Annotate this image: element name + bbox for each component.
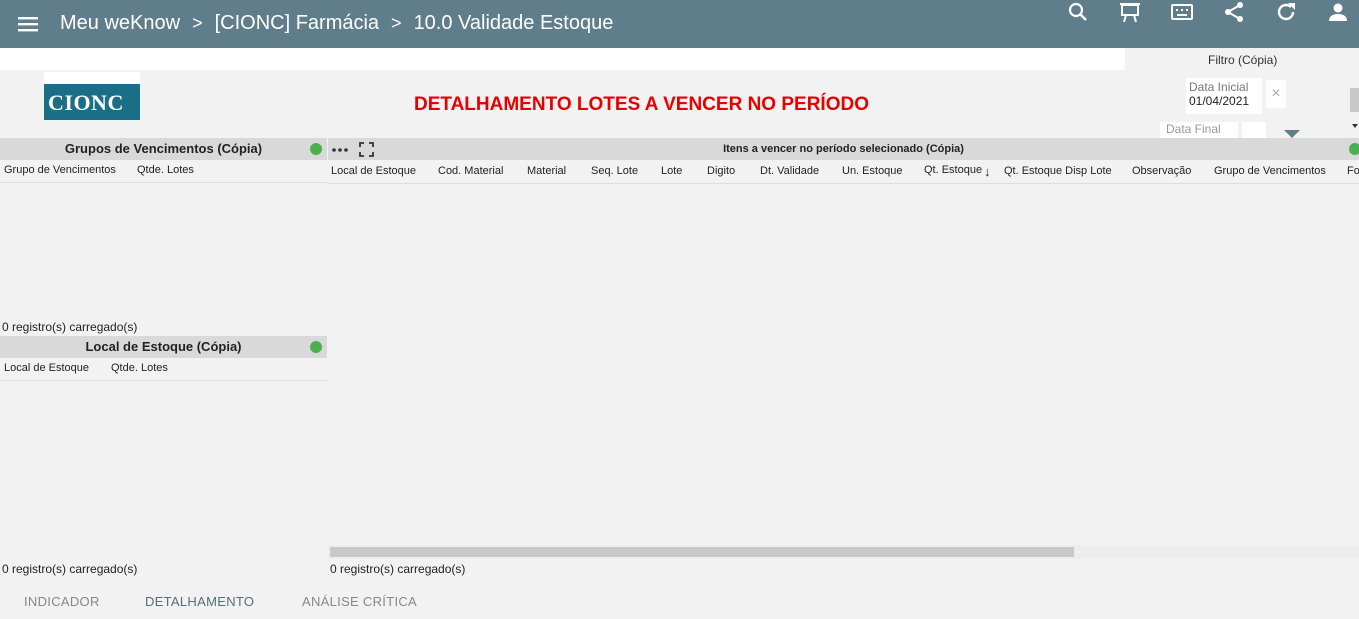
local-status: 0 registro(s) carregado(s) bbox=[2, 562, 138, 576]
column-header[interactable]: Cod. Material bbox=[438, 165, 503, 177]
top-bar: Meu weKnow > [CIONC] Farmácia >10.0 Validad… bbox=[0, 0, 1359, 48]
page-title: DETALHAMENTO LOTES A VENCER NO PERÍODO bbox=[414, 94, 869, 115]
itens-panel-title: Itens a vencer no período selecionado (C… bbox=[723, 143, 964, 155]
column-header[interactable]: Grupo de Vencimentos bbox=[1214, 165, 1326, 177]
top-strip bbox=[0, 48, 1125, 70]
column-header[interactable]: Observação bbox=[1132, 165, 1191, 177]
breadcrumb-home[interactable]: Meu weKnow bbox=[60, 12, 180, 35]
divider bbox=[0, 182, 327, 183]
column-header[interactable]: Qtde. Lotes bbox=[137, 164, 194, 176]
data-final-field[interactable]: Data Final bbox=[1160, 122, 1238, 138]
divider bbox=[328, 183, 1359, 184]
grupos-panel-title: Grupos de Vencimentos (Cópia) bbox=[64, 141, 263, 156]
tab-indicador[interactable]: INDICADOR bbox=[24, 594, 100, 609]
breadcrumb-current: 10.0 Validade Estoque bbox=[413, 12, 614, 35]
itens-status: 0 registro(s) carregado(s) bbox=[330, 562, 466, 576]
share-icon[interactable] bbox=[1222, 0, 1246, 24]
filter-title: Filtro (Cópia) bbox=[1208, 53, 1278, 67]
dropdown-arrow-icon[interactable] bbox=[1284, 130, 1300, 138]
menu-icon[interactable] bbox=[18, 14, 38, 34]
column-header[interactable]: Un. Estoque bbox=[842, 165, 903, 177]
column-header[interactable]: Digito bbox=[707, 165, 735, 177]
breadcrumb-folder[interactable]: [CIONC] Farmácia bbox=[215, 12, 379, 35]
column-header[interactable]: Local de Estoque bbox=[331, 165, 416, 177]
data-inicial-label: Data Inicial bbox=[1189, 80, 1249, 94]
grupos-panel-header: Grupos de Vencimentos (Cópia) bbox=[0, 138, 327, 160]
column-header[interactable]: Material bbox=[527, 165, 566, 177]
presentation-icon[interactable] bbox=[1118, 0, 1142, 24]
column-header[interactable]: Qt. Estoque Disp Lote bbox=[1004, 165, 1112, 177]
refresh-icon[interactable] bbox=[1274, 0, 1298, 24]
logo: CIONC bbox=[44, 72, 140, 120]
column-header[interactable]: Qt. Estoque bbox=[924, 164, 982, 176]
data-final-input[interactable] bbox=[1242, 122, 1266, 138]
tab-detalhamento[interactable]: DETALHAMENTO bbox=[145, 594, 254, 609]
clear-icon[interactable]: × bbox=[1266, 80, 1286, 108]
breadcrumb-separator: > bbox=[391, 13, 402, 34]
fullscreen-icon[interactable] bbox=[359, 142, 374, 157]
column-header[interactable]: Qtde. Lotes bbox=[111, 362, 168, 374]
local-panel-title: Local de Estoque (Cópia) bbox=[85, 339, 242, 354]
keyboard-icon[interactable] bbox=[1170, 0, 1194, 24]
scroll-down-icon[interactable] bbox=[1352, 124, 1358, 128]
status-dot-icon bbox=[310, 341, 322, 353]
breadcrumb-separator: > bbox=[192, 13, 203, 34]
divider bbox=[0, 380, 327, 381]
grupos-status: 0 registro(s) carregado(s) bbox=[2, 320, 138, 334]
filter-scrollbar[interactable] bbox=[1350, 88, 1359, 112]
tab-analise-critica[interactable]: ANÁLISE CRÍTICA bbox=[302, 594, 417, 609]
column-header[interactable]: Lote bbox=[661, 165, 682, 177]
horizontal-scrollbar-thumb[interactable] bbox=[330, 547, 1074, 557]
itens-panel-header: Itens a vencer no período selecionado (C… bbox=[328, 138, 1359, 160]
column-header[interactable]: Dt. Validade bbox=[760, 165, 819, 177]
data-inicial-field[interactable]: Data Inicial 01/04/2021 bbox=[1186, 78, 1262, 114]
column-header[interactable]: Local de Estoque bbox=[4, 362, 89, 374]
sort-arrow-icon[interactable]: ↓ bbox=[984, 164, 991, 179]
more-options-icon[interactable] bbox=[331, 145, 349, 155]
column-header[interactable]: Seq. Lote bbox=[591, 165, 638, 177]
breadcrumb: Meu weKnow > [CIONC] Farmácia >10.0 Validad… bbox=[60, 12, 613, 35]
account-icon[interactable] bbox=[1326, 0, 1350, 24]
status-dot-icon bbox=[310, 143, 322, 155]
status-dot-icon bbox=[1349, 143, 1359, 155]
data-inicial-value[interactable]: 01/04/2021 bbox=[1189, 94, 1249, 108]
column-header[interactable]: Fo bbox=[1347, 165, 1359, 177]
column-header[interactable]: Grupo de Vencimentos bbox=[4, 164, 116, 176]
search-icon[interactable] bbox=[1066, 0, 1090, 24]
local-panel-header: Local de Estoque (Cópia) bbox=[0, 336, 327, 358]
logo-text: CIONC bbox=[48, 90, 124, 115]
